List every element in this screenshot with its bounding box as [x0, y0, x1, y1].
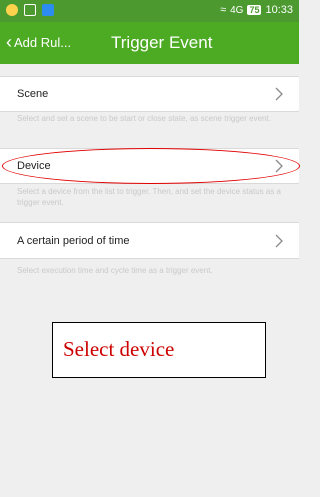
list-item-scene[interactable]: Scene: [0, 77, 299, 111]
item-label: Scene: [17, 88, 49, 100]
annotation-text: Select device: [63, 337, 175, 361]
item-description: Select execution time and cycle time as …: [17, 266, 213, 275]
notification-app-icon: [6, 4, 18, 16]
item-description: Select and set a scene to be start or cl…: [17, 114, 271, 123]
battery-icon: 75: [247, 5, 262, 15]
item-label: A certain period of time: [17, 235, 130, 247]
status-indicators: ≈ 4G 75 10:33: [220, 4, 293, 16]
divider: [0, 258, 299, 259]
divider: [0, 111, 299, 112]
title-bar: ‹ Add Rul... Trigger Event: [0, 22, 299, 64]
item-description: Select a device from the list to trigger…: [17, 187, 281, 207]
notification-app2-icon: [42, 4, 54, 16]
signal-icon: 4G: [230, 4, 244, 16]
page-title: Trigger Event: [111, 33, 213, 52]
wifi-icon: ≈: [220, 4, 227, 16]
status-bar: ≈ 4G 75 10:33: [0, 0, 299, 22]
highlight-ellipse: [2, 148, 300, 184]
chevron-right-icon: [275, 87, 283, 101]
notification-image-icon: [24, 4, 36, 16]
back-button[interactable]: ‹ Add Rul...: [6, 33, 71, 51]
status-notification-icons: [6, 4, 54, 16]
clock: 10:33: [265, 4, 293, 16]
chevron-left-icon: ‹: [6, 32, 12, 52]
list-item-time-period[interactable]: A certain period of time: [0, 223, 299, 258]
back-label: Add Rul...: [14, 34, 72, 50]
annotation-callout: Select device: [52, 322, 266, 378]
chevron-right-icon: [275, 234, 283, 248]
